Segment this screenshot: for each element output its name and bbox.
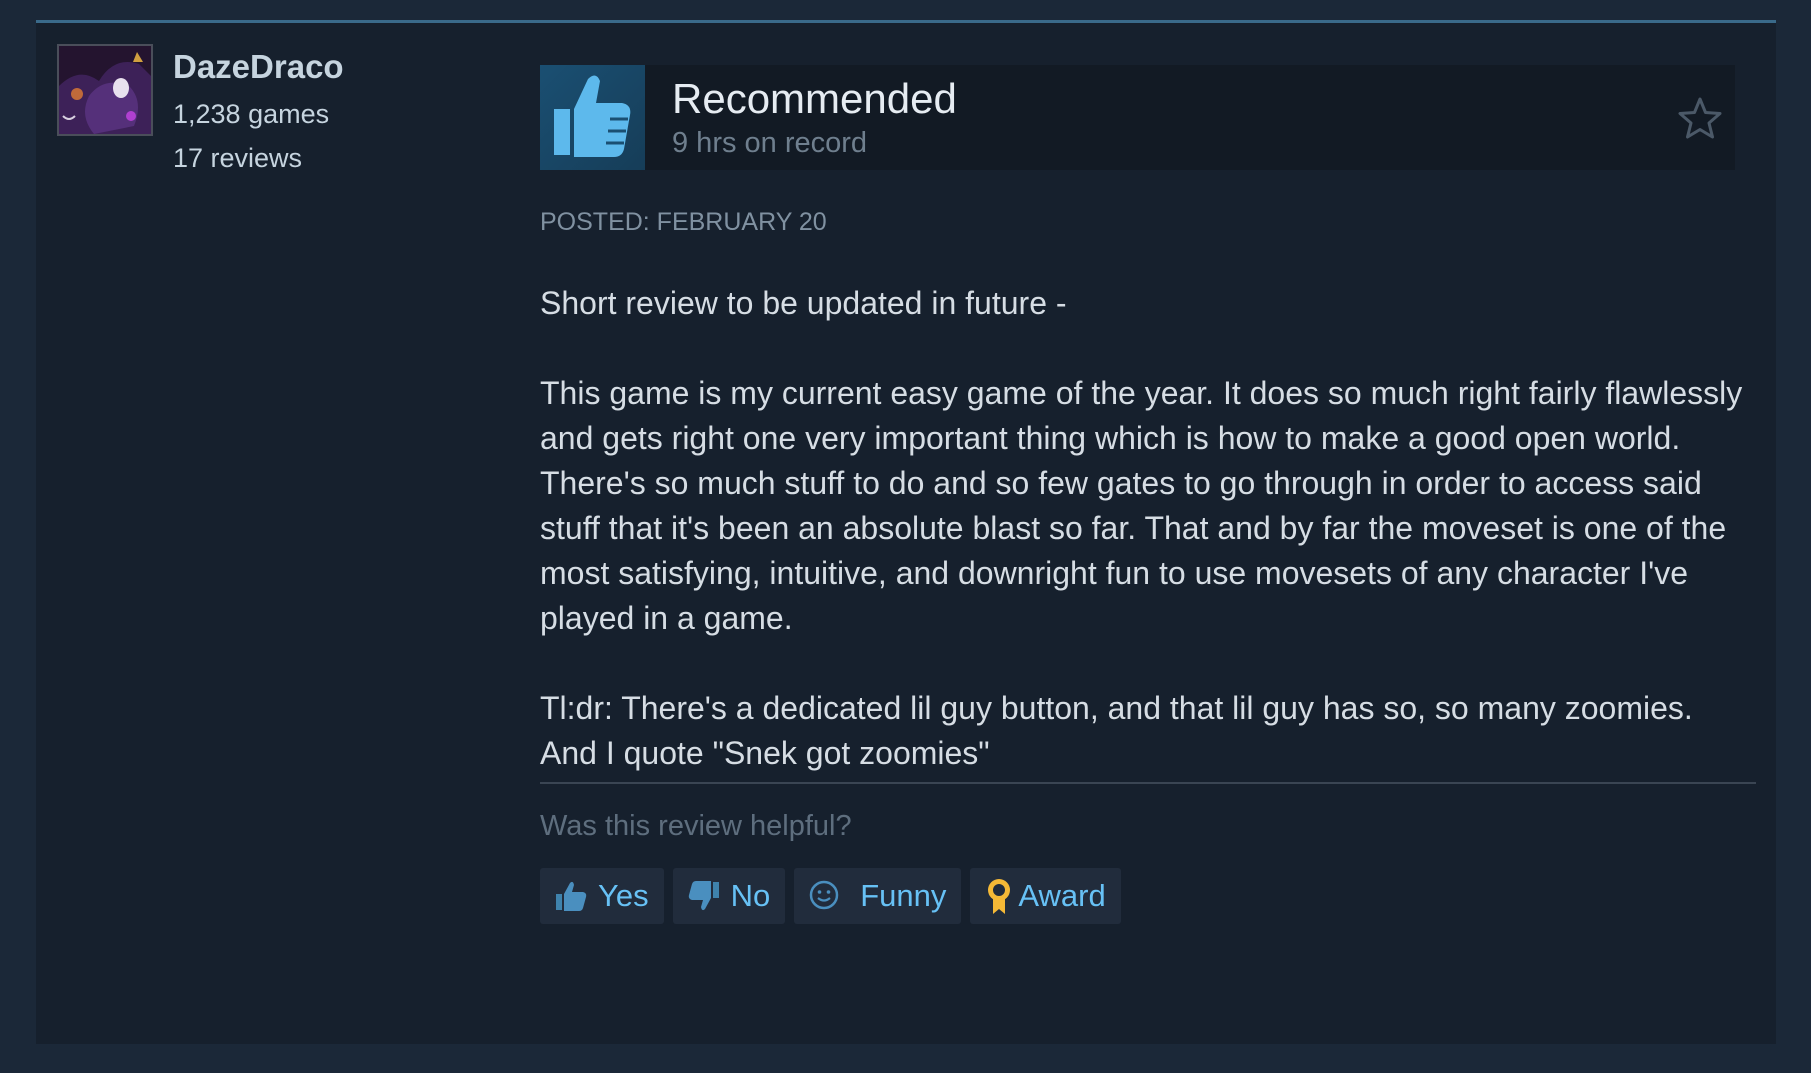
vote-actions: Yes No Funny Award [540, 868, 1121, 924]
funny-label: Funny [860, 878, 947, 913]
divider [540, 782, 1756, 784]
star-icon[interactable] [1677, 95, 1723, 141]
verdict-thumb [540, 65, 645, 170]
smiley-icon [809, 880, 839, 910]
funny-button[interactable]: Funny [794, 868, 962, 924]
no-label: No [730, 878, 771, 913]
author-info: DazeDraco 1,238 games 17 reviews [173, 47, 344, 180]
thumbs-up-icon [556, 881, 587, 911]
avatar-image [59, 46, 151, 134]
yes-label: Yes [598, 878, 649, 913]
author-name[interactable]: DazeDraco [173, 47, 344, 87]
award-icon [988, 879, 1011, 914]
award-button[interactable]: Award [970, 868, 1121, 924]
author-games-count[interactable]: 1,238 games [173, 92, 344, 136]
award-label: Award [1018, 878, 1106, 913]
review-body: Short review to be updated in future - T… [540, 285, 1743, 771]
verdict-header[interactable]: Recommended 9 hrs on record [540, 65, 1735, 170]
posted-date: POSTED: FEBRUARY 20 [540, 208, 827, 236]
thumbs-down-icon [688, 881, 719, 911]
helpful-prompt: Was this review helpful? [540, 810, 852, 842]
review-card: DazeDraco 1,238 games 17 reviews Recomme… [36, 20, 1776, 1044]
yes-button[interactable]: Yes [540, 868, 664, 924]
hours-on-record: 9 hrs on record [672, 127, 868, 159]
author-avatar[interactable] [57, 44, 153, 136]
no-button[interactable]: No [672, 868, 786, 924]
author-reviews-count[interactable]: 17 reviews [173, 136, 344, 180]
thumbs-up-icon [554, 75, 631, 157]
verdict-title: Recommended [672, 75, 957, 122]
